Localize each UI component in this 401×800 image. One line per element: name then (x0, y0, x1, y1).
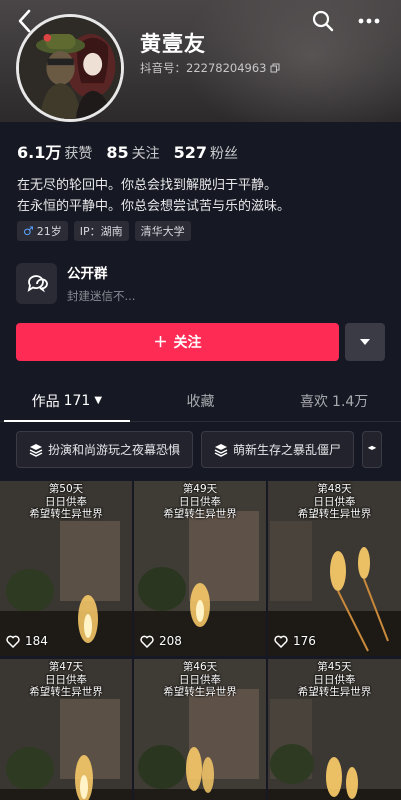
stat-followers[interactable]: 527 粉丝 (174, 143, 238, 163)
stats-row: 6.1万 获赞 85 关注 527 粉丝 (17, 139, 238, 163)
stack-icon (29, 443, 43, 457)
tab-likes-label: 喜欢 (300, 393, 329, 410)
school-tag[interactable]: 清华大学 (134, 221, 191, 241)
heart-icon (6, 635, 20, 648)
group-title: 公开群 (67, 266, 108, 282)
video-caption: 第47天 日日供奉 希望转生异世界 (29, 661, 103, 698)
stat-following-label: 关注 (131, 146, 160, 162)
tab-likes-count: 1.4万 (332, 393, 369, 410)
ip-tag: IP：湖南 (73, 221, 129, 241)
triangle-down-icon (360, 339, 370, 345)
video-caption: 第45天 日日供奉 希望转生异世界 (297, 661, 372, 698)
follow-label: 关注 (173, 335, 202, 351)
tab-favorites-label: 收藏 (186, 393, 215, 410)
male-icon: ♂ (23, 224, 34, 238)
video-tile[interactable]: 第46天 日日供奉 希望转生异世界 (134, 659, 266, 800)
video-caption: 第46天 日日供奉 希望转生异世界 (163, 661, 237, 698)
tab-works-count: 171 (63, 392, 91, 409)
search-icon[interactable] (311, 9, 335, 33)
group-chat-icon (16, 262, 57, 304)
stat-likes: 6.1万 获赞 (17, 139, 92, 163)
video-tile[interactable]: 第49天 日日供奉 希望转生异世界 208 (134, 481, 266, 656)
stack-icon (214, 443, 228, 457)
douyin-id[interactable]: 抖音号：22278204963 (140, 60, 280, 76)
video-tile[interactable]: 第48天 日日供奉 希望转生异世界 176 (268, 481, 401, 656)
copy-icon[interactable] (270, 63, 280, 73)
stat-followers-count: 527 (173, 143, 208, 162)
collection-chip[interactable]: 萌新生存之暴乱僵尸 (201, 431, 355, 468)
video-caption: 第48天 日日供奉 希望转生异世界 (297, 483, 372, 520)
stat-following-count: 85 (106, 143, 129, 162)
profile-tags: ♂ 21岁 IP：湖南 清华大学 (17, 221, 191, 241)
recommend-dropdown-button[interactable] (345, 323, 385, 361)
tab-favorites[interactable]: 收藏 (134, 380, 268, 421)
bio-line-2: 在永恒的平静中。你总会想尝试苦与乐的滋味。 (17, 199, 291, 214)
collection-chip[interactable]: 扮演和尚游玩之夜幕恐惧 (16, 431, 194, 468)
public-group[interactable]: 公开群 封建迷信不... (16, 262, 135, 304)
tab-likes[interactable]: 喜欢 1.4万 (267, 380, 401, 421)
collection-chip-partial[interactable] (362, 431, 383, 468)
stat-likes-label: 获赞 (64, 146, 93, 162)
stat-likes-count: 6.1万 (17, 143, 62, 162)
heart-icon (140, 635, 154, 648)
stat-followers-label: 粉丝 (210, 146, 239, 162)
bio: 在无尽的轮回中。你总会找到解脱归于平静。 在永恒的平静中。你总会想尝试苦与乐的滋… (17, 175, 290, 217)
group-subtitle: 封建迷信不... (67, 289, 136, 303)
profile-tabs: 作品 171 ▼ 收藏 喜欢 1.4万 (0, 380, 401, 422)
bio-line-1: 在无尽的轮回中。你总会找到解脱归于平静。 (17, 178, 278, 193)
video-likes: 176 (274, 634, 316, 648)
username: 黄壹友 (140, 32, 206, 56)
video-likes-count: 208 (159, 634, 182, 648)
follow-button[interactable]: ＋ 关注 (16, 323, 339, 361)
video-grid: 第50天 日日供奉 希望转生异世界 184 第49天 日日供奉 希望转生异世界 … (0, 481, 401, 800)
video-tile[interactable]: 第47天 日日供奉 希望转生异世界 (0, 659, 132, 800)
video-likes-count: 184 (25, 634, 48, 648)
video-tile[interactable]: 第50天 日日供奉 希望转生异世界 184 (0, 481, 132, 656)
caret-down-icon: ▼ (94, 395, 103, 406)
video-caption: 第49天 日日供奉 希望转生异世界 (163, 483, 237, 520)
video-likes: 208 (140, 634, 182, 648)
heart-icon (274, 635, 288, 648)
age-tag-label: 21岁 (36, 225, 62, 238)
douyin-id-text: 抖音号：22278204963 (140, 61, 267, 75)
profile-header: 黄壹友 抖音号：22278204963 (0, 0, 401, 122)
stack-icon (367, 445, 377, 450)
collection-label: 萌新生存之暴乱僵尸 (233, 443, 342, 457)
tab-works-label: 作品 (31, 393, 60, 410)
back-arrow-icon[interactable] (10, 6, 40, 36)
collection-label: 扮演和尚游玩之夜幕恐惧 (48, 443, 181, 457)
plus-icon: ＋ (153, 335, 168, 351)
stat-following[interactable]: 85 关注 (106, 143, 159, 163)
video-caption: 第50天 日日供奉 希望转生异世界 (29, 483, 103, 520)
video-likes: 184 (6, 634, 48, 648)
video-likes-count: 176 (293, 634, 316, 648)
more-icon[interactable] (356, 9, 382, 33)
collections-row: 扮演和尚游玩之夜幕恐惧 萌新生存之暴乱僵尸 (16, 431, 383, 468)
age-tag: ♂ 21岁 (17, 221, 68, 241)
video-tile[interactable]: 第45天 日日供奉 希望转生异世界 (268, 659, 401, 800)
tab-works[interactable]: 作品 171 ▼ (0, 380, 134, 422)
